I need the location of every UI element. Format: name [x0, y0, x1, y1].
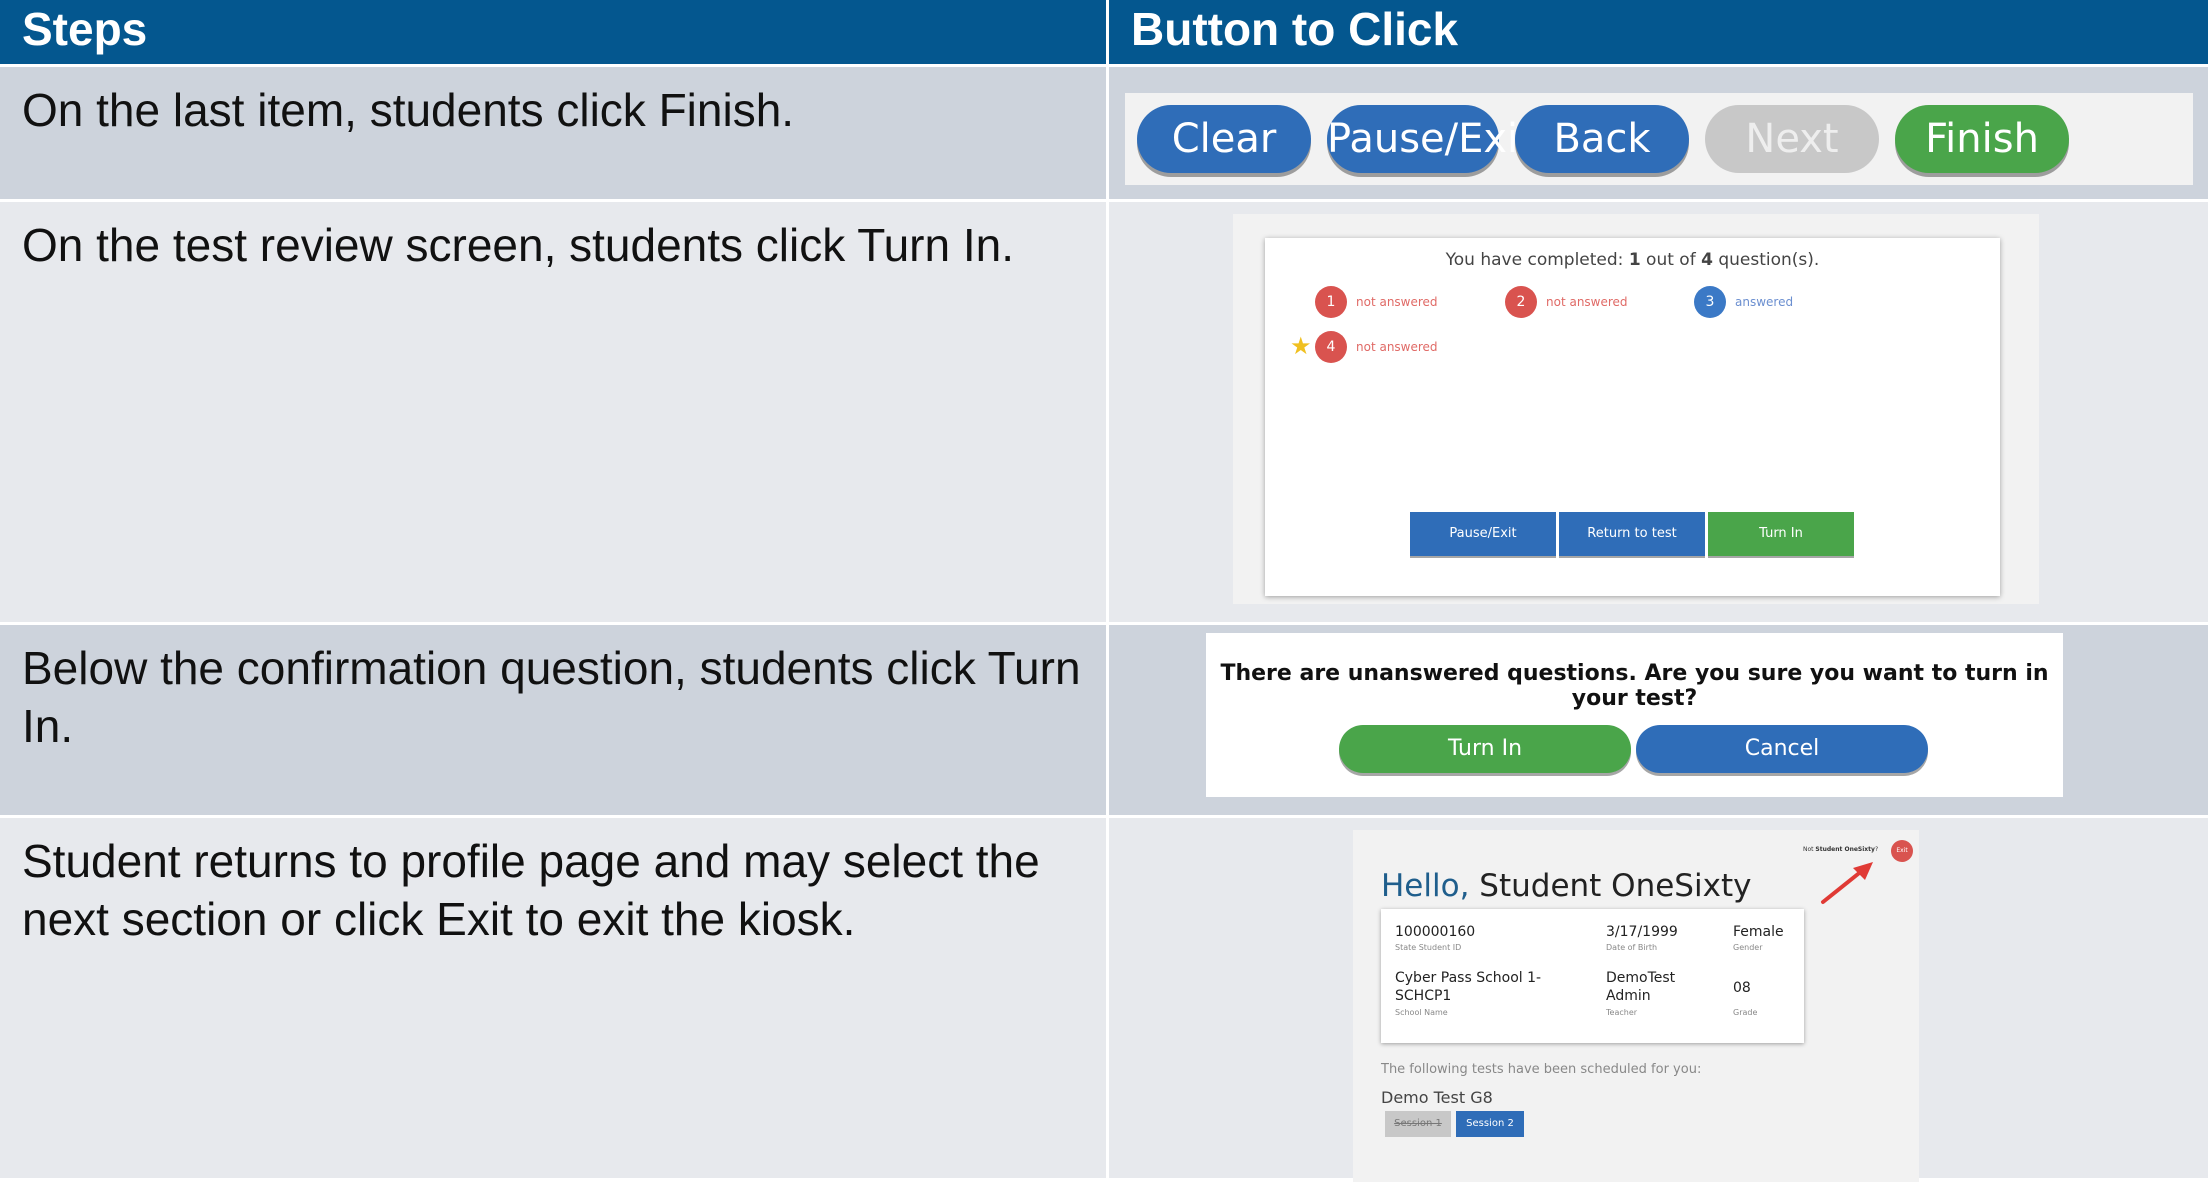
return-to-test-button[interactable]: Return to test: [1559, 512, 1705, 556]
question-4-status: not answered: [1356, 340, 1438, 354]
test-name: Demo Test G8: [1381, 1088, 1493, 1107]
session-2-button[interactable]: Session 2: [1456, 1111, 1524, 1137]
teacher-value-line2: Admin: [1606, 988, 1651, 1004]
confirmation-dialog: There are unanswered questions. Are you …: [1206, 633, 2063, 797]
pause-exit-button[interactable]: Pause/Exit: [1327, 105, 1534, 173]
next-button[interactable]: Next: [1705, 105, 1879, 173]
question-1-status: not answered: [1356, 295, 1438, 309]
exit-button[interactable]: Exit: [1891, 840, 1913, 862]
button-cell: Clear Pause/Exit Back Next Finish: [1109, 67, 2208, 199]
step-text: On the last item, students click Finish.: [0, 67, 1106, 199]
back-button[interactable]: Back: [1515, 105, 1689, 173]
cancel-button[interactable]: Cancel: [1636, 725, 1928, 773]
scheduled-tests-text: The following tests have been scheduled …: [1381, 1062, 1702, 1077]
instruction-table: Steps Button to Click On the last item, …: [0, 0, 2208, 1182]
star-icon: ★: [1290, 332, 1312, 360]
dob-label: Date of Birth: [1606, 943, 1658, 952]
finish-button[interactable]: Finish: [1895, 105, 2069, 173]
clear-button[interactable]: Clear: [1137, 105, 1311, 173]
session-1-button[interactable]: Session 1: [1385, 1111, 1451, 1137]
question-3-status: answered: [1735, 295, 1794, 309]
school-label: School Name: [1395, 1008, 1448, 1017]
table-row: On the test review screen, students clic…: [0, 202, 2208, 622]
question-2-status: not answered: [1546, 295, 1628, 309]
review-turn-in-button[interactable]: Turn In: [1708, 512, 1854, 556]
test-toolbar: Clear Pause/Exit Back Next Finish: [1125, 93, 2193, 185]
question-2-badge[interactable]: 2: [1505, 286, 1537, 318]
table-row: Below the confirmation question, student…: [0, 625, 2208, 815]
grade-value: 08: [1733, 980, 1751, 996]
step-text: On the test review screen, students clic…: [0, 202, 1106, 622]
confirm-turn-in-button[interactable]: Turn In: [1339, 725, 1631, 773]
confirmation-question: There are unanswered questions. Are you …: [1220, 661, 2049, 711]
teacher-value-line1: DemoTest: [1606, 970, 1676, 986]
review-card: You have completed: 1 out of 4 question(…: [1265, 238, 2000, 596]
button-cell: Not Student OneSixty? Exit Hello, Studen…: [1109, 818, 2208, 1182]
table-row: Student returns to profile page and may …: [0, 818, 2208, 1182]
teacher-label: Teacher: [1606, 1008, 1638, 1017]
school-value-line2: SCHCP1: [1395, 988, 1452, 1004]
school-value-line1: Cyber Pass School 1-: [1395, 970, 1542, 986]
review-screen: You have completed: 1 out of 4 question(…: [1233, 214, 2039, 604]
state-id-label: State Student ID: [1395, 943, 1462, 952]
question-1-badge[interactable]: 1: [1315, 286, 1347, 318]
grade-label: Grade: [1733, 1008, 1758, 1017]
question-4-badge[interactable]: 4: [1315, 331, 1347, 363]
button-cell: You have completed: 1 out of 4 question(…: [1109, 202, 2208, 622]
header-steps: Steps: [0, 0, 1106, 64]
student-info-card: 100000160 State Student ID 3/17/1999 Dat…: [1381, 909, 1804, 1043]
step-text: Student returns to profile page and may …: [0, 818, 1106, 1178]
step-text: Below the confirmation question, student…: [0, 625, 1106, 815]
profile-page: Not Student OneSixty? Exit Hello, Studen…: [1353, 830, 1919, 1182]
completion-summary: You have completed: 1 out of 4 question(…: [1445, 250, 1820, 270]
not-student-link[interactable]: Not Student OneSixty?: [1803, 846, 1878, 853]
gender-value: Female: [1733, 924, 1784, 940]
greeting: Hello, Student OneSixty: [1381, 868, 1752, 904]
dob-value: 3/17/1999: [1606, 924, 1678, 940]
button-cell: There are unanswered questions. Are you …: [1109, 625, 2208, 815]
arrow-icon: [1821, 862, 1873, 904]
state-id-value: 100000160: [1395, 924, 1476, 940]
gender-label: Gender: [1733, 943, 1763, 952]
review-pause-exit-button[interactable]: Pause/Exit: [1410, 512, 1556, 556]
table-row: On the last item, students click Finish.…: [0, 67, 2208, 199]
question-3-badge[interactable]: 3: [1694, 286, 1726, 318]
header-button-to-click: Button to Click: [1109, 0, 2208, 64]
